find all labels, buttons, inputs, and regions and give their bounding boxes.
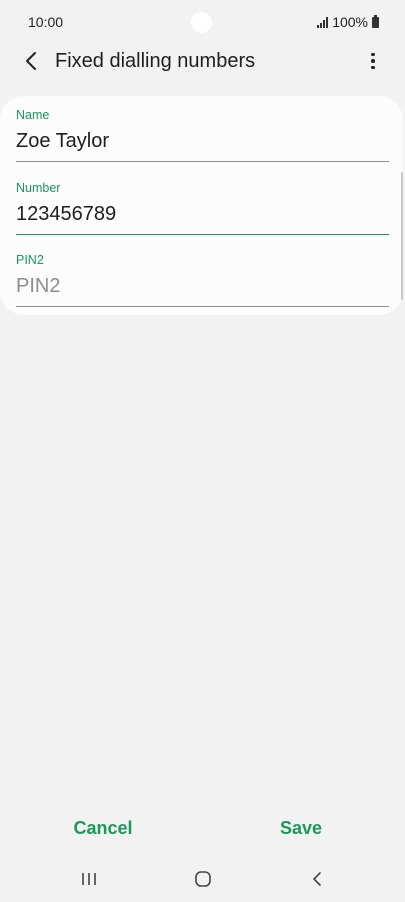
recent-apps-icon — [82, 873, 96, 885]
contact-form-card: Name Number PIN2 — [0, 96, 403, 315]
more-vertical-icon — [371, 52, 375, 57]
home-button[interactable] — [183, 866, 223, 892]
name-field-label: Name — [16, 108, 50, 122]
chevron-left-icon — [26, 52, 36, 70]
name-field: Name — [16, 107, 389, 162]
save-button[interactable]: Save — [226, 808, 376, 848]
bottom-actions: Cancel Save — [0, 808, 405, 848]
pin2-field: PIN2 — [16, 252, 389, 307]
cancel-button[interactable]: Cancel — [28, 808, 178, 848]
recent-apps-button[interactable] — [69, 866, 109, 892]
status-time: 10:00 — [28, 14, 64, 30]
name-input[interactable] — [16, 127, 389, 162]
pin2-input[interactable] — [16, 272, 389, 307]
home-icon — [195, 871, 211, 887]
battery-percentage: 100% — [332, 14, 368, 30]
page-title: Fixed dialling numbers — [55, 50, 256, 72]
back-nav-button[interactable] — [297, 866, 337, 892]
number-field: Number — [16, 180, 389, 235]
back-button[interactable] — [16, 46, 46, 76]
back-icon — [313, 872, 321, 886]
app-bar: Fixed dialling numbers — [0, 38, 405, 86]
status-indicators: 100% — [317, 14, 379, 30]
signal-icon — [317, 16, 329, 28]
battery-icon — [372, 14, 379, 28]
navigation-bar — [0, 858, 405, 902]
number-field-label: Number — [16, 181, 61, 195]
scrollbar[interactable] — [401, 172, 403, 300]
pin2-field-label: PIN2 — [16, 253, 44, 267]
number-input[interactable] — [16, 200, 389, 235]
camera-cutout — [191, 12, 212, 33]
more-options-button[interactable] — [361, 46, 385, 76]
